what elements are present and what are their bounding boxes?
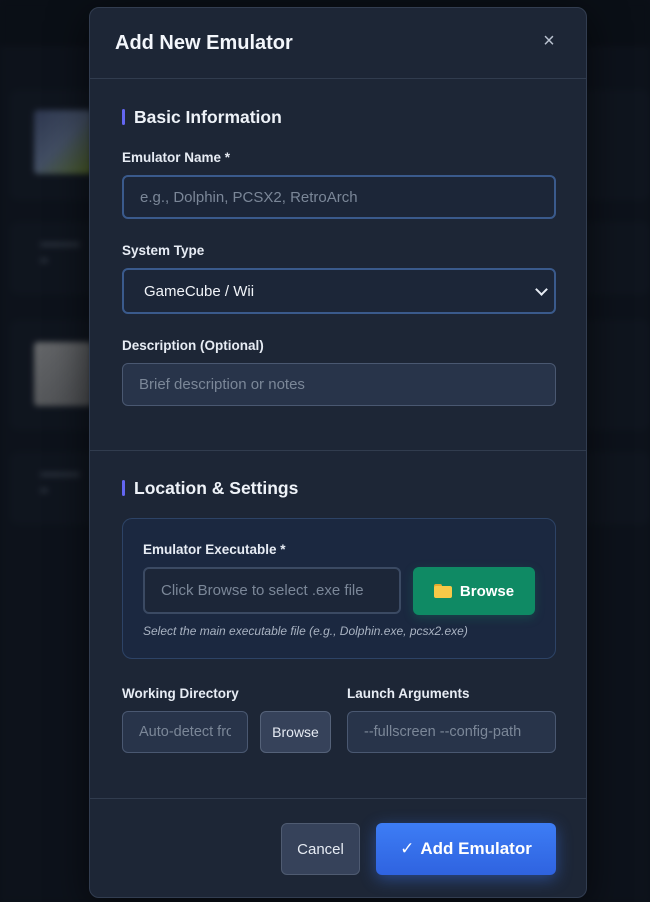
description-label: Description (Optional) xyxy=(122,338,264,353)
location-settings-heading-text: Location & Settings xyxy=(134,478,299,498)
description-input[interactable] xyxy=(122,363,556,406)
working-directory-input[interactable] xyxy=(122,711,248,753)
executable-hint: Select the main executable file (e.g., D… xyxy=(143,624,468,638)
emulator-name-label: Emulator Name * xyxy=(122,150,231,165)
footer-divider xyxy=(90,798,586,799)
folder-icon xyxy=(433,584,452,598)
browse-executable-label: Browse xyxy=(459,582,515,600)
close-button[interactable]: × xyxy=(538,30,560,52)
browse-working-directory-button[interactable]: Browse xyxy=(260,711,331,753)
modal-header: Add New Emulator × xyxy=(90,8,586,79)
system-type-select[interactable]: GameCube / Wii xyxy=(122,268,556,314)
basic-info-heading: Basic Information xyxy=(122,107,282,128)
emulator-name-input[interactable] xyxy=(122,175,556,219)
launch-arguments-input[interactable] xyxy=(347,711,556,753)
system-type-label: System Type xyxy=(122,243,205,258)
launch-arguments-label: Launch Arguments xyxy=(347,686,470,701)
modal-title: Add New Emulator xyxy=(115,32,293,54)
close-icon: × xyxy=(543,30,555,52)
cancel-label: Cancel xyxy=(297,840,344,858)
chevron-down-icon xyxy=(535,283,548,296)
cancel-button[interactable]: Cancel xyxy=(281,823,360,875)
executable-label: Emulator Executable * xyxy=(143,542,286,557)
system-type-value: GameCube / Wii xyxy=(144,282,255,300)
location-settings-heading: Location & Settings xyxy=(122,478,298,499)
add-emulator-label: Add Emulator xyxy=(420,839,532,858)
add-emulator-modal: Add New Emulator × Basic Information Emu… xyxy=(89,7,587,898)
checkmark-icon: ✓ xyxy=(400,839,415,858)
section-divider xyxy=(90,450,586,451)
working-directory-label: Working Directory xyxy=(122,686,239,701)
browse-working-directory-label: Browse xyxy=(272,724,319,740)
browse-executable-button[interactable]: Browse xyxy=(413,567,535,615)
add-emulator-button[interactable]: ✓ Add Emulator xyxy=(376,823,556,875)
basic-info-heading-text: Basic Information xyxy=(134,107,282,127)
executable-path-input[interactable] xyxy=(143,567,401,614)
